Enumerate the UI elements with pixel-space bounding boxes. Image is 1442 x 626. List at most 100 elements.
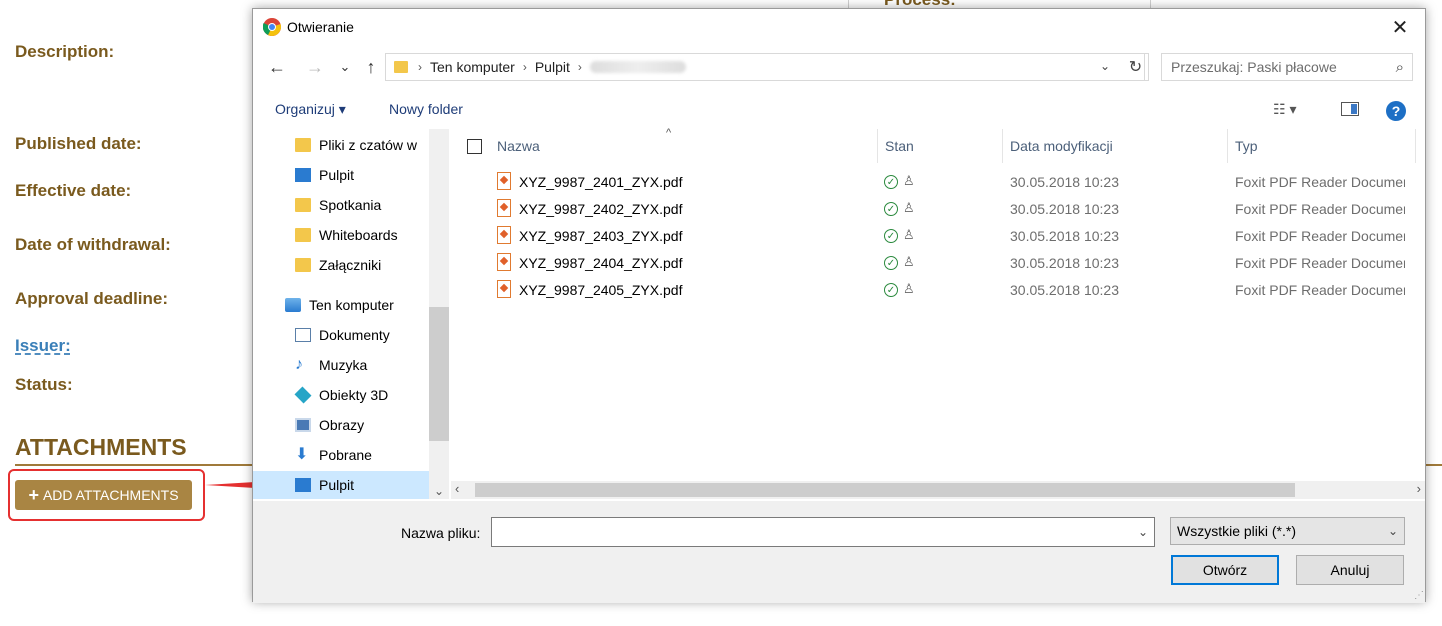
music-icon: ♪ xyxy=(295,356,303,373)
chevron-down-icon[interactable]: ⌄ xyxy=(429,483,449,499)
open-button[interactable]: Otwórz xyxy=(1171,555,1279,585)
select-all-checkbox[interactable] xyxy=(467,139,482,154)
filename-label: Nazwa pliku: xyxy=(401,525,481,541)
recent-locations-chevron-icon[interactable]: ⌄ xyxy=(333,55,357,79)
file-list: ^ Nazwa Stan Data modyfikacji Typ XYZ_99… xyxy=(451,127,1425,499)
file-type: Foxit PDF Reader Document xyxy=(1235,201,1405,217)
sync-ok-icon: ✓ xyxy=(884,175,898,189)
grid-line xyxy=(848,0,849,8)
file-row[interactable]: XYZ_9987_2402_ZYX.pdf ✓ ♙ 30.05.2018 10:… xyxy=(451,196,1425,223)
column-separator[interactable] xyxy=(1002,129,1003,163)
file-row[interactable]: XYZ_9987_2401_ZYX.pdf ✓ ♙ 30.05.2018 10:… xyxy=(451,169,1425,196)
file-type-value: Wszystkie pliki (*.*) xyxy=(1177,523,1297,539)
file-modified-date: 30.05.2018 10:23 xyxy=(1010,174,1119,190)
horizontal-scrollbar[interactable]: ‹ › xyxy=(451,481,1425,499)
sidebar-item-label: Muzyka xyxy=(319,357,368,373)
cancel-button[interactable]: Anuluj xyxy=(1296,555,1404,585)
sidebar-item-obiekty-3d[interactable]: Obiekty 3D xyxy=(253,381,429,409)
sidebar-item-ten-komputer[interactable]: Ten komputer xyxy=(253,291,429,319)
organize-menu-button[interactable]: Organizuj ▾ xyxy=(275,101,346,118)
sidebar-item-spotkania[interactable]: Spotkania xyxy=(253,191,429,219)
sync-ok-icon: ✓ xyxy=(884,283,898,297)
sidebar-item-label: Załączniki xyxy=(319,257,382,273)
search-icon[interactable]: ⌕ xyxy=(1396,59,1404,76)
file-type: Foxit PDF Reader Document xyxy=(1235,228,1405,244)
chevron-left-icon[interactable]: ‹ xyxy=(455,481,459,496)
add-attachments-button[interactable]: + ADD ATTACHMENTS xyxy=(15,480,192,510)
approval-deadline-label: Approval deadline: xyxy=(15,289,169,308)
plus-icon: + xyxy=(28,484,39,505)
column-header-type[interactable]: Typ xyxy=(1235,129,1258,163)
help-icon[interactable]: ? xyxy=(1386,101,1406,121)
forward-arrow-icon[interactable]: → xyxy=(303,55,327,79)
close-icon[interactable]: ✕ xyxy=(1385,13,1415,41)
breadcrumb-separator-icon: › xyxy=(522,60,527,74)
file-type-select[interactable]: Wszystkie pliki (*.*) ⌄ xyxy=(1170,517,1405,545)
file-modified-date: 30.05.2018 10:23 xyxy=(1010,201,1119,217)
column-separator[interactable] xyxy=(1227,129,1228,163)
sync-ok-icon: ✓ xyxy=(884,229,898,243)
sort-ascending-icon: ^ xyxy=(666,127,672,139)
refresh-icon[interactable]: ↻ xyxy=(1123,53,1149,81)
sidebar-item-zalaczniki[interactable]: Załączniki xyxy=(253,251,429,279)
resize-grip-icon[interactable]: ⋰ xyxy=(1414,590,1424,601)
filename-input[interactable]: ⌄ xyxy=(491,517,1155,547)
computer-icon xyxy=(285,298,301,312)
folder-icon xyxy=(295,138,311,152)
sidebar-item-label: Obiekty 3D xyxy=(319,387,389,403)
address-dropdown-chevron-icon[interactable]: ⌄ xyxy=(1100,59,1110,73)
column-header-name[interactable]: Nazwa xyxy=(497,129,540,163)
breadcrumb-ten-komputer[interactable]: Ten komputer xyxy=(430,59,515,75)
pdf-file-icon xyxy=(497,226,511,244)
sidebar-item-muzyka[interactable]: ♪ Muzyka xyxy=(253,351,429,379)
file-name: XYZ_9987_2405_ZYX.pdf xyxy=(519,282,683,298)
folder-icon xyxy=(295,198,311,212)
sidebar-item-pliki-z-czatow[interactable]: Pliki z czatów w xyxy=(253,131,429,159)
nav-scrollbar-thumb[interactable] xyxy=(429,307,449,441)
sidebar-item-label: Pliki z czatów w xyxy=(319,137,418,153)
search-placeholder: Przeszukaj: Paski płacowe xyxy=(1171,59,1337,75)
preview-pane-icon[interactable] xyxy=(1341,102,1359,116)
pictures-icon xyxy=(295,418,311,432)
folder-icon xyxy=(295,258,311,272)
cube-icon xyxy=(294,386,312,404)
chevron-right-icon[interactable]: › xyxy=(1417,481,1421,496)
chevron-down-icon[interactable]: ⌄ xyxy=(1138,525,1148,539)
column-header-modified[interactable]: Data modyfikacji xyxy=(1010,129,1113,163)
sidebar-item-obrazy[interactable]: Obrazy xyxy=(253,411,429,439)
address-bar[interactable]: › Ten komputer › Pulpit › ⌄ xyxy=(385,53,1145,81)
withdrawal-date-label: Date of withdrawal: xyxy=(15,235,171,254)
search-input[interactable]: Przeszukaj: Paski płacowe ⌕ xyxy=(1161,53,1413,81)
file-row[interactable]: XYZ_9987_2404_ZYX.pdf ✓ ♙ 30.05.2018 10:… xyxy=(451,250,1425,277)
shared-user-icon: ♙ xyxy=(903,254,915,269)
file-modified-date: 30.05.2018 10:23 xyxy=(1010,228,1119,244)
column-header-status[interactable]: Stan xyxy=(885,129,914,163)
view-options-icon[interactable]: ☷ ▾ xyxy=(1273,101,1296,118)
sidebar-item-pobrane[interactable]: ⬇ Pobrane xyxy=(253,441,429,469)
sidebar-item-label: Pulpit xyxy=(319,167,355,183)
column-separator[interactable] xyxy=(1415,129,1416,163)
file-name: XYZ_9987_2402_ZYX.pdf xyxy=(519,201,683,217)
sidebar-item-dokumenty[interactable]: Dokumenty xyxy=(253,321,429,349)
breadcrumb-pulpit[interactable]: Pulpit xyxy=(535,59,570,75)
address-row: ← → ⌄ ↑ › Ten komputer › Pulpit › ⌄ ↻ Pr… xyxy=(253,51,1425,83)
new-folder-button[interactable]: Nowy folder xyxy=(389,101,463,117)
add-attachments-label: ADD ATTACHMENTS xyxy=(42,487,179,503)
sidebar-item-label: Dokumenty xyxy=(319,327,390,343)
horizontal-scrollbar-thumb[interactable] xyxy=(475,483,1295,497)
sidebar-item-pulpit-selected[interactable]: Pulpit xyxy=(253,471,429,499)
column-separator[interactable] xyxy=(877,129,878,163)
file-row[interactable]: XYZ_9987_2405_ZYX.pdf ✓ ♙ 30.05.2018 10:… xyxy=(451,277,1425,304)
issuer-link[interactable]: Issuer: xyxy=(15,336,71,356)
file-type: Foxit PDF Reader Document xyxy=(1235,174,1405,190)
shared-user-icon: ♙ xyxy=(903,227,915,242)
sidebar-item-whiteboards[interactable]: Whiteboards xyxy=(253,221,429,249)
documents-icon xyxy=(295,328,311,342)
back-arrow-icon[interactable]: ← xyxy=(265,55,289,79)
file-row[interactable]: XYZ_9987_2403_ZYX.pdf ✓ ♙ 30.05.2018 10:… xyxy=(451,223,1425,250)
chevron-down-icon: ⌄ xyxy=(1387,524,1398,538)
file-type: Foxit PDF Reader Document xyxy=(1235,255,1405,271)
sidebar-item-pulpit[interactable]: Pulpit xyxy=(253,161,429,189)
up-arrow-icon[interactable]: ↑ xyxy=(359,55,383,79)
dialog-titlebar: Otwieranie ✕ xyxy=(253,9,1425,45)
